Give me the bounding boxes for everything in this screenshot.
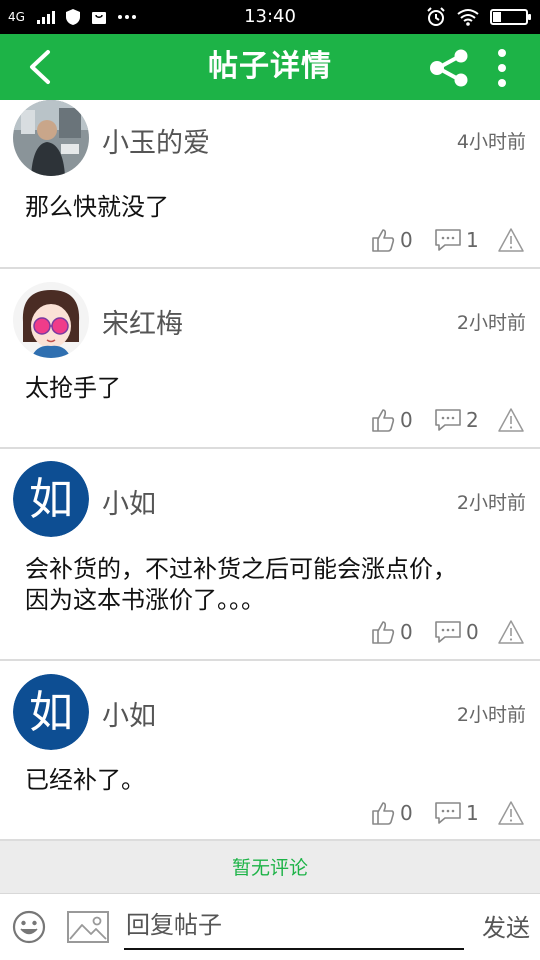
warning-icon: [498, 408, 524, 432]
post-actions: 0 1: [0, 798, 540, 828]
image-icon: [67, 911, 109, 943]
comment-icon: [435, 229, 461, 251]
post-time: 2小时前: [456, 704, 526, 726]
app-header: 帖子详情: [0, 34, 540, 100]
report-button[interactable]: [497, 617, 525, 647]
comment-button[interactable]: 1: [434, 225, 479, 255]
comment-count: 1: [466, 228, 479, 252]
post-actions: 0 0: [0, 617, 540, 647]
reply-bar: 发送: [0, 893, 540, 960]
avatar[interactable]: 如: [13, 674, 89, 750]
comment-button[interactable]: 0: [434, 617, 479, 647]
comment-icon: [435, 802, 461, 824]
alarm-icon: [427, 7, 445, 26]
thumbs-up-icon: [372, 621, 395, 644]
share-button[interactable]: [428, 48, 470, 88]
like-button[interactable]: 0: [370, 798, 413, 828]
username[interactable]: 小玉的爱: [102, 121, 210, 160]
battery-icon: [490, 9, 531, 25]
like-button[interactable]: 0: [370, 225, 413, 255]
report-button[interactable]: [497, 798, 525, 828]
wifi-icon: [457, 9, 479, 26]
thumbs-up-icon: [372, 229, 395, 252]
more-vertical-icon: [498, 49, 506, 87]
more-button[interactable]: [486, 46, 518, 90]
comment-icon: [435, 621, 461, 643]
like-count: 0: [400, 228, 413, 252]
post-content: 太抢手了: [25, 374, 121, 402]
post-actions: 0 1: [0, 225, 540, 255]
warning-icon: [498, 620, 524, 644]
avatar-letter: 如: [29, 474, 73, 525]
post-content: 那么快就没了: [25, 193, 169, 221]
thumbs-up-icon: [372, 409, 395, 432]
warning-icon: [498, 228, 524, 252]
list-item[interactable]: 如 小如 2小时前 会补货的，不过补货之后可能会涨点价，因为这本书涨价了。。。 …: [0, 449, 540, 661]
list-item[interactable]: 如 小如 2小时前 已经补了。 0 1: [0, 661, 540, 841]
comment-button[interactable]: 2: [434, 405, 479, 435]
share-icon: [430, 49, 468, 87]
username[interactable]: 小如: [102, 694, 156, 733]
thumbs-up-icon: [372, 802, 395, 825]
emoji-button[interactable]: [12, 910, 46, 944]
post-time: 4小时前: [456, 131, 526, 153]
post-time: 2小时前: [456, 492, 526, 514]
username[interactable]: 宋红梅: [102, 302, 183, 341]
like-button[interactable]: 0: [370, 617, 413, 647]
comment-count: 2: [466, 408, 479, 432]
reply-input[interactable]: [124, 902, 464, 950]
avatar[interactable]: 如: [13, 461, 89, 537]
comment-count: 1: [466, 801, 479, 825]
list-item[interactable]: 小玉的爱 4小时前 那么快就没了 0 1: [0, 100, 540, 269]
emoji-icon: [12, 910, 46, 944]
no-comment-text: 暂无评论: [0, 843, 540, 893]
send-button[interactable]: 发送: [482, 908, 530, 943]
post-content: 已经补了。: [25, 766, 145, 794]
post-content: 会补货的，不过补货之后可能会涨点价，因为这本书涨价了。。。: [25, 555, 457, 614]
avatar-letter: 如: [29, 687, 73, 738]
report-button[interactable]: [497, 225, 525, 255]
comment-icon: [435, 409, 461, 431]
report-button[interactable]: [497, 405, 525, 435]
status-bar: 4G 13:40: [0, 0, 540, 34]
avatar[interactable]: [13, 282, 89, 358]
comment-button[interactable]: 1: [434, 798, 479, 828]
post-time: 2小时前: [456, 312, 526, 334]
warning-icon: [498, 801, 524, 825]
image-button[interactable]: [66, 910, 110, 944]
username[interactable]: 小如: [102, 482, 156, 521]
list-item[interactable]: 宋红梅 2小时前 太抢手了 0 2: [0, 269, 540, 449]
like-button[interactable]: 0: [370, 405, 413, 435]
like-count: 0: [400, 620, 413, 644]
avatar[interactable]: [13, 100, 89, 176]
comment-count: 0: [466, 620, 479, 644]
like-count: 0: [400, 408, 413, 432]
like-count: 0: [400, 801, 413, 825]
post-actions: 0 2: [0, 405, 540, 435]
